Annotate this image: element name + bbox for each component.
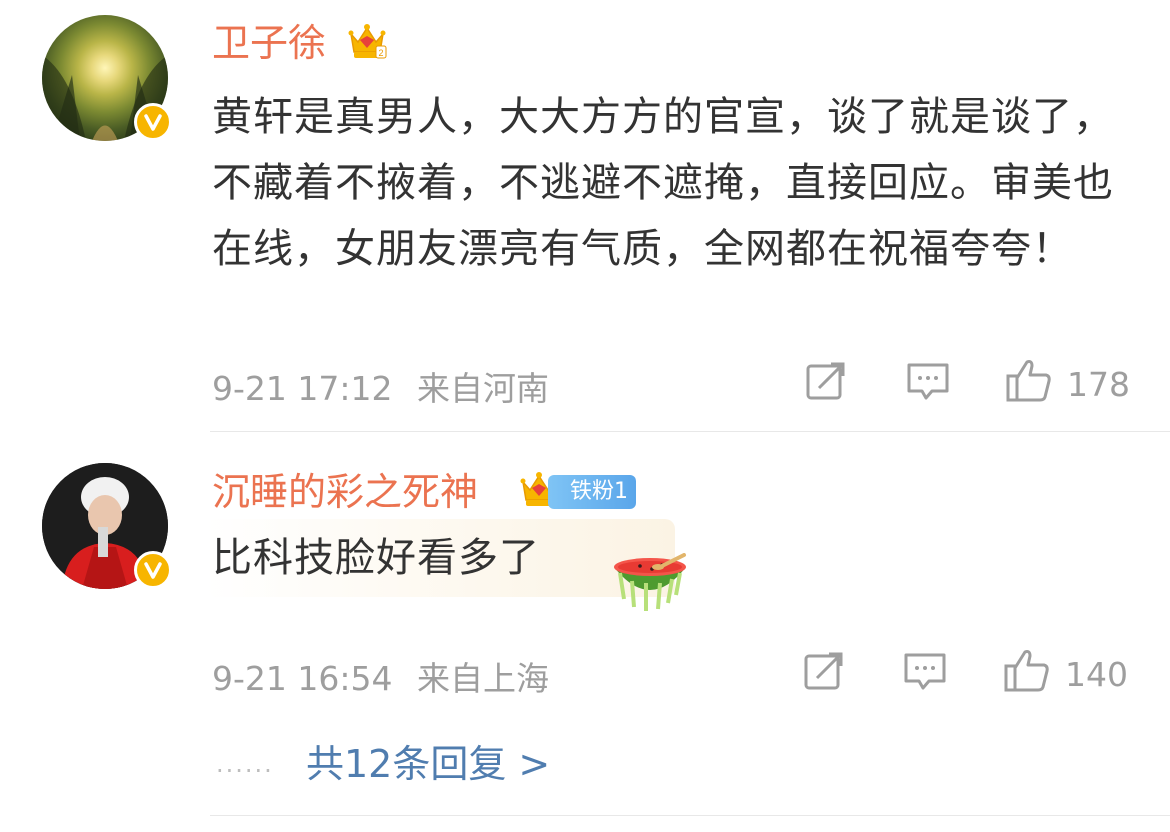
like-count: 140 [1065,654,1128,694]
avatar[interactable] [42,463,172,589]
comment-button[interactable] [903,652,947,692]
share-icon [804,652,843,690]
share-icon [806,362,845,400]
comment-list: 卫子徐 2 黄轩是真男人，大大方方的官宣，谈了就是谈了，不藏着不掖着，不逃避不遮… [0,0,1170,832]
like-button[interactable]: 178 [1005,356,1130,404]
comment-icon [904,653,946,690]
fan-level-badge: 铁粉1 [548,475,636,509]
comment-meta: 9-21 16:54 来自上海 [212,652,549,700]
comment-meta: 9-21 17:12 来自河南 [212,362,549,410]
watermelon-emoji-icon [614,553,686,611]
comment-item: 卫子徐 2 黄轩是真男人，大大方方的官宣，谈了就是谈了，不藏着不掖着，不逃避不遮… [0,0,1170,432]
username[interactable]: 卫子徐 [212,24,326,62]
thumbs-up-icon [1006,360,1051,402]
comment-location: 来自河南 [417,369,549,408]
verified-v-icon [134,103,172,141]
divider [210,815,1170,816]
verified-v-icon [134,551,172,589]
username-text[interactable]: 卫子徐 [212,21,326,65]
comment-icon [907,363,949,400]
thumbs-up-icon [1004,650,1049,692]
view-replies-link[interactable]: 共12条回复 > [306,733,550,788]
comment-time: 9-21 17:12 [212,369,393,408]
username[interactable]: 沉睡的彩之死神 [212,473,478,511]
crown-icon: 2 [348,24,387,59]
comment-text: 黄轩是真男人，大大方方的官宣，谈了就是谈了，不藏着不掖着，不逃避不遮掩，直接回应… [212,94,1114,272]
comment-time: 9-21 16:54 [212,659,393,698]
comment-text: 比科技脸好看多了 [212,535,540,581]
share-button[interactable] [803,650,845,692]
username-text[interactable]: 沉睡的彩之死神 [212,470,478,514]
avatar[interactable] [42,15,172,141]
share-button[interactable] [805,360,847,402]
divider [210,431,1170,432]
replies-dots: ...... [216,750,274,778]
comment-location: 来自上海 [417,659,549,698]
comment-button[interactable] [906,362,950,402]
like-count: 178 [1067,364,1130,404]
svg-text:2: 2 [378,48,383,58]
like-button[interactable]: 140 [1003,646,1128,694]
